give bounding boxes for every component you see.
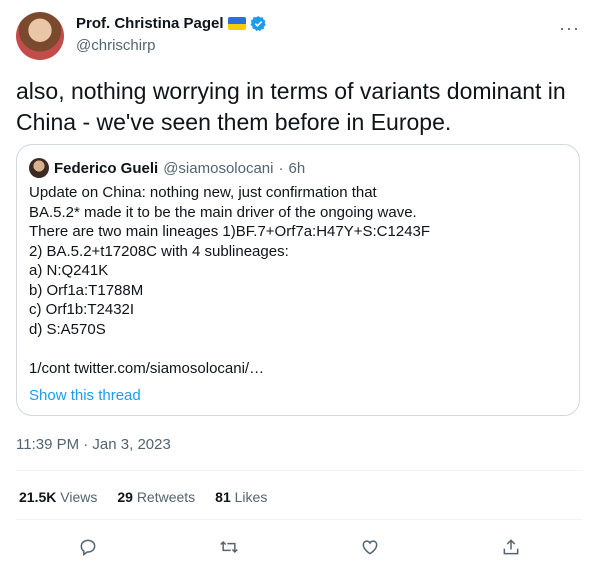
views-count: 21.5K [19,489,57,505]
author-avatar[interactable] [16,12,64,60]
likes-count: 81 [215,489,231,505]
reply-button[interactable] [74,533,102,561]
quoted-author-avatar [29,158,49,178]
like-button[interactable] [356,533,384,561]
quoted-time: 6h [288,159,306,177]
author-handle[interactable]: @chrischirp [76,37,155,54]
retweets-count: 29 [117,489,133,505]
reply-icon [80,539,96,556]
tweet-header: Prof. Christina Pagel @chrischirp ··· [16,12,582,62]
quoted-author-name: Federico Gueli [54,159,159,177]
tweet-stats: 21.5K Views 29 Retweets 81 Likes [19,489,267,505]
more-icon[interactable]: ··· [559,18,580,39]
quoted-tweet[interactable]: Federico Gueli @siamosolocani · 6h Updat… [16,144,580,416]
tweet-text: also, nothing worrying in terms of varia… [16,78,566,135]
quoted-separator: · [278,159,284,177]
quoted-author-handle: @siamosolocani [163,159,274,177]
retweet-button[interactable] [215,533,243,561]
share-button[interactable] [497,533,525,561]
retweet-icon [220,540,238,554]
share-icon [503,539,519,555]
author-name[interactable]: Prof. Christina Pagel [76,15,224,32]
divider [16,470,582,471]
likes-stat[interactable]: 81 Likes [215,489,267,505]
action-bar [0,533,598,561]
author-name-row: Prof. Christina Pagel [76,15,267,32]
tweet-timestamp[interactable]: 11:39 PM · Jan 3, 2023 [16,436,171,453]
retweets-stat[interactable]: 29 Retweets [117,489,195,505]
verified-badge-icon [250,16,266,32]
show-thread-link[interactable]: Show this thread [29,387,141,404]
views-stat: 21.5K Views [19,489,97,505]
views-label: Views [60,489,98,505]
divider [16,519,582,520]
retweets-label: Retweets [136,489,196,505]
ukraine-flag-icon [227,17,246,30]
like-icon [362,540,378,555]
quoted-tweet-header: Federico Gueli @siamosolocani · 6h [29,158,305,178]
quoted-tweet-text: Update on China: nothing new, just confi… [29,184,431,377]
likes-label: Likes [234,489,268,505]
